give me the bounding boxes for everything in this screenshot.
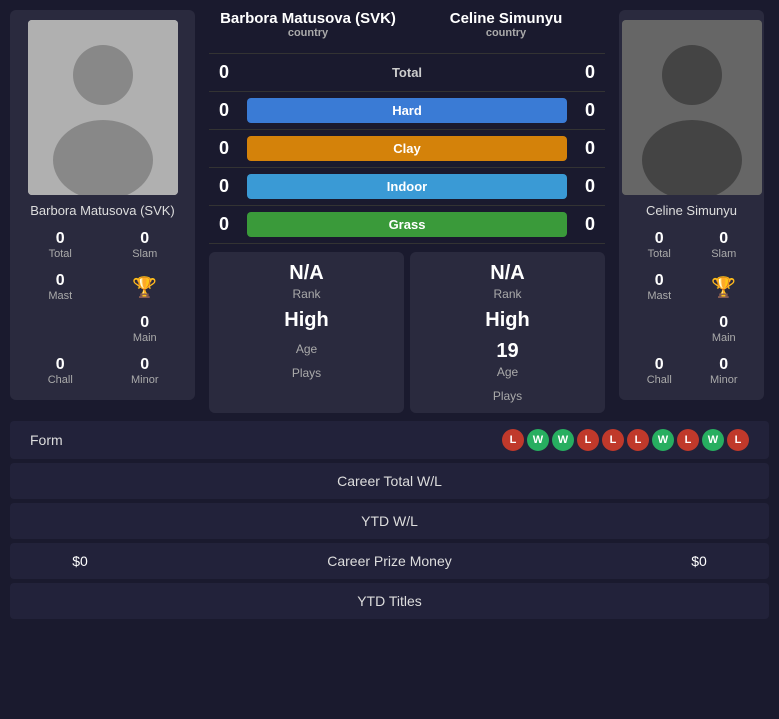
form-badge-0: L (502, 429, 524, 451)
rank-panels: N/A Rank High Age Plays N/A Rank High (209, 252, 605, 413)
main-container: Barbora Matusova (SVK) 0 Total 0 Slam 0 … (0, 0, 779, 629)
center-player-names: Barbora Matusova (SVK) country Celine Si… (209, 10, 605, 43)
bottom-row-label-0: Career Total W/L (130, 473, 649, 489)
form-badge-6: W (652, 429, 674, 451)
left-trophy: 🏆 (105, 268, 186, 306)
right-stat-mast: 0 Mast (629, 268, 690, 306)
grass-button[interactable]: Grass (247, 212, 567, 237)
form-badge-5: L (627, 429, 649, 451)
clay-button[interactable]: Clay (247, 136, 567, 161)
match-row-hard: 0 Hard 0 (209, 92, 605, 130)
form-label: Form (30, 432, 63, 448)
form-badge-8: W (702, 429, 724, 451)
total-label: Total (247, 60, 567, 85)
form-badge-1: W (527, 429, 549, 451)
bottom-row-2: $0Career Prize Money$0 (10, 543, 769, 579)
center-panel: Barbora Matusova (SVK) country Celine Si… (201, 10, 613, 413)
bottom-row-right-value-2: $0 (649, 553, 749, 569)
form-badge-3: L (577, 429, 599, 451)
left-player-card: Barbora Matusova (SVK) 0 Total 0 Slam 0 … (10, 10, 195, 400)
bottom-row-label-2: Career Prize Money (130, 553, 649, 569)
bottom-row-0: Career Total W/L (10, 463, 769, 499)
left-stat-slam: 0 Slam (105, 226, 186, 264)
bottom-row-label-1: YTD W/L (130, 513, 649, 529)
left-stat-mast: 0 Mast (20, 268, 101, 306)
right-player-name: Celine Simunyu (646, 203, 737, 218)
form-badges: LWWLLLWLWL (502, 429, 749, 451)
right-trophy-icon: 🏆 (711, 275, 736, 300)
right-stat-chall: 0 Chall (629, 352, 690, 390)
bottom-rows: Career Total W/L YTD W/L $0Career Prize Mo… (10, 463, 769, 619)
right-player-avatar (622, 20, 762, 195)
match-row-clay: 0 Clay 0 (209, 130, 605, 168)
player-comparison: Barbora Matusova (SVK) 0 Total 0 Slam 0 … (10, 10, 769, 413)
match-row-grass: 0 Grass 0 (209, 206, 605, 244)
left-player-stats: 0 Total 0 Slam 0 Mast 🏆 0 (20, 226, 185, 390)
form-badge-4: L (602, 429, 624, 451)
center-right-name: Celine Simunyu country (407, 10, 605, 43)
right-age-row: 19 (496, 340, 518, 363)
hard-button[interactable]: Hard (247, 98, 567, 123)
form-badge-9: L (727, 429, 749, 451)
left-stat-minor: 0 Minor (105, 352, 186, 390)
right-stat-slam: 0 Slam (694, 226, 755, 264)
left-player-section: Barbora Matusova (SVK) 0 Total 0 Slam 0 … (10, 10, 195, 413)
right-player-stats: 0 Total 0 Slam 0 Mast 🏆 0 (629, 226, 754, 390)
right-stat-total: 0 Total (629, 226, 690, 264)
left-rank-panel: N/A Rank High Age Plays (209, 252, 404, 413)
bottom-row-3: YTD Titles (10, 583, 769, 619)
center-left-name: Barbora Matusova (SVK) country (209, 10, 407, 43)
right-stat-main: 0 Main (694, 310, 755, 348)
left-player-avatar (28, 20, 178, 195)
bottom-row-1: YTD W/L (10, 503, 769, 539)
left-stat-total: 0 Total (20, 226, 101, 264)
left-stat-main: 0 Main (105, 310, 186, 348)
left-country: country (209, 27, 407, 39)
bottom-row-label-3: YTD Titles (130, 593, 649, 609)
right-rank-panel: N/A Rank High 19 Age Plays (410, 252, 605, 413)
right-stat-minor: 0 Minor (694, 352, 755, 390)
form-badge-7: L (677, 429, 699, 451)
match-row-indoor: 0 Indoor 0 (209, 168, 605, 206)
match-rows: 0 Total 0 0 Hard 0 0 Clay 0 0 Indoor (209, 53, 605, 244)
form-row: Form LWWLLLWLWL (10, 421, 769, 459)
left-player-name: Barbora Matusova (SVK) (30, 203, 175, 218)
right-player-section: Celine Simunyu 0 Total 0 Slam 0 Mast (619, 10, 769, 413)
right-trophy: 🏆 (694, 268, 755, 306)
trophy-icon: 🏆 (132, 275, 157, 300)
form-badge-2: W (552, 429, 574, 451)
indoor-button[interactable]: Indoor (247, 174, 567, 199)
right-player-card: Celine Simunyu 0 Total 0 Slam 0 Mast (619, 10, 764, 400)
left-stat-chall: 0 Chall (20, 352, 101, 390)
match-row-total: 0 Total 0 (209, 53, 605, 92)
bottom-row-left-value-2: $0 (30, 553, 130, 569)
right-country: country (407, 27, 605, 39)
